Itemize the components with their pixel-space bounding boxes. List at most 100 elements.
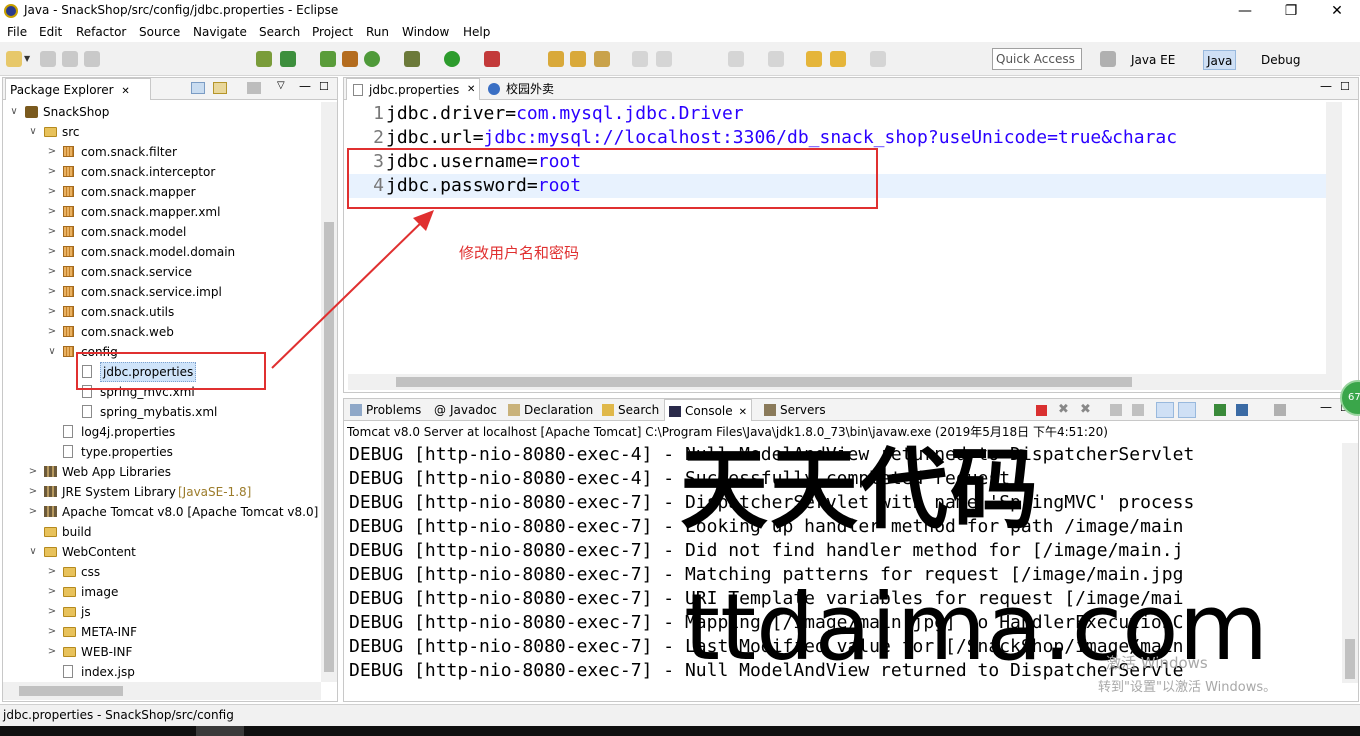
- collapse-all-icon[interactable]: [191, 82, 205, 94]
- run-icon[interactable]: [444, 51, 460, 67]
- refresh-icon[interactable]: [364, 51, 380, 67]
- check-icon[interactable]: [280, 51, 296, 67]
- show-on-output-icon[interactable]: [1178, 402, 1196, 418]
- tab-console[interactable]: Console ✕: [664, 399, 753, 421]
- forward-icon[interactable]: [870, 51, 886, 67]
- explorer-horizontal-scrollbar[interactable]: [3, 682, 321, 700]
- tree-item[interactable]: > js: [3, 602, 321, 622]
- tab-declaration[interactable]: Declaration: [504, 399, 597, 421]
- prev-annotation-icon[interactable]: [768, 51, 784, 67]
- print-icon[interactable]: [84, 51, 100, 67]
- perspective-debug[interactable]: Debug: [1258, 50, 1303, 70]
- tree-item[interactable]: > com.snack.interceptor: [3, 162, 321, 182]
- explorer-vertical-scrollbar[interactable]: [321, 102, 337, 682]
- menu-file[interactable]: File: [7, 25, 27, 39]
- close-button[interactable]: ✕: [1314, 0, 1360, 22]
- chevron-right-icon[interactable]: >: [28, 502, 38, 522]
- build-icon[interactable]: [342, 51, 358, 67]
- chevron-right-icon[interactable]: >: [47, 262, 57, 282]
- tab-search[interactable]: Search: [598, 399, 663, 421]
- taskbar-app-button[interactable]: [196, 726, 244, 736]
- tree-item[interactable]: type.properties: [3, 442, 321, 462]
- tree-item[interactable]: index.jsp: [3, 662, 321, 682]
- menu-window[interactable]: Window: [402, 25, 449, 39]
- chevron-right-icon[interactable]: >: [47, 302, 57, 322]
- menu-navigate[interactable]: Navigate: [193, 25, 247, 39]
- code-line[interactable]: 1 jdbc.driver=com.mysql.jdbc.Driver: [348, 102, 743, 126]
- menu-search[interactable]: Search: [259, 25, 300, 39]
- tree-item[interactable]: > image: [3, 582, 321, 602]
- chevron-down-icon[interactable]: ∨: [47, 342, 57, 362]
- new-icon[interactable]: [6, 51, 22, 67]
- console-vertical-scrollbar[interactable]: [1342, 443, 1358, 683]
- chevron-right-icon[interactable]: >: [47, 322, 57, 342]
- chevron-right-icon[interactable]: >: [47, 242, 57, 262]
- minimize-view-icon[interactable]: —: [299, 79, 311, 93]
- new-console-icon[interactable]: [1274, 404, 1286, 416]
- chevron-right-icon[interactable]: >: [47, 282, 57, 302]
- scroll-thumb[interactable]: [396, 377, 1132, 387]
- chevron-right-icon[interactable]: >: [47, 202, 57, 222]
- tree-item[interactable]: > WEB-INF: [3, 642, 321, 662]
- chevron-right-icon[interactable]: >: [47, 162, 57, 182]
- minimize-button[interactable]: —: [1222, 0, 1268, 22]
- quick-access-input[interactable]: Quick Access: [992, 48, 1082, 70]
- scroll-thumb[interactable]: [19, 686, 123, 696]
- tree-item[interactable]: build: [3, 522, 321, 542]
- deploy-icon[interactable]: [320, 51, 336, 67]
- pen-icon[interactable]: [594, 51, 610, 67]
- tab-servers[interactable]: Servers: [760, 399, 830, 421]
- chevron-down-icon[interactable]: ∨: [28, 542, 38, 562]
- maximize-view-icon[interactable]: ☐: [319, 80, 329, 93]
- last-edit-icon[interactable]: [806, 51, 822, 67]
- tree-item[interactable]: ∨ SnackShop: [3, 102, 321, 122]
- menu-help[interactable]: Help: [463, 25, 490, 39]
- next-annotation-icon[interactable]: [728, 51, 744, 67]
- paragraph-icon[interactable]: [656, 51, 672, 67]
- chevron-down-icon[interactable]: ▼: [24, 54, 30, 63]
- tree-item[interactable]: > com.snack.mapper: [3, 182, 321, 202]
- clear-console-icon[interactable]: [1132, 404, 1144, 416]
- tab-javadoc[interactable]: @ Javadoc: [430, 399, 501, 421]
- tree-item[interactable]: > com.snack.filter: [3, 142, 321, 162]
- scroll-lock-icon[interactable]: [1110, 404, 1122, 416]
- menu-run[interactable]: Run: [366, 25, 389, 39]
- tree-item[interactable]: ∨ src: [3, 122, 321, 142]
- link-editor-icon[interactable]: [213, 82, 227, 94]
- view-menu-icon[interactable]: [247, 82, 261, 94]
- tab-package-explorer[interactable]: Package Explorer ✕: [5, 78, 151, 100]
- server-icon[interactable]: [256, 51, 272, 67]
- tab-problems[interactable]: Problems: [346, 399, 425, 421]
- chevron-right-icon[interactable]: >: [28, 462, 38, 482]
- remove-launch-icon[interactable]: ✖: [1058, 402, 1069, 417]
- save-all-icon[interactable]: [62, 51, 78, 67]
- tree-item[interactable]: > css: [3, 562, 321, 582]
- open-console-icon[interactable]: [1214, 404, 1226, 416]
- perspective-java-ee[interactable]: Java EE: [1128, 50, 1178, 70]
- minimize-view-icon[interactable]: —: [1320, 400, 1332, 414]
- tree-item[interactable]: > JRE System Library [JavaSE-1.8]: [3, 482, 321, 502]
- menu-project[interactable]: Project: [312, 25, 353, 39]
- tab-campus-takeout[interactable]: 校园外卖: [484, 78, 574, 100]
- menu-edit[interactable]: Edit: [39, 25, 62, 39]
- save-icon[interactable]: [40, 51, 56, 67]
- open-perspective-icon[interactable]: [1100, 51, 1116, 67]
- chevron-right-icon[interactable]: >: [47, 222, 57, 242]
- tree-item[interactable]: log4j.properties: [3, 422, 321, 442]
- scroll-thumb[interactable]: [1345, 639, 1355, 679]
- chevron-down-icon[interactable]: ∨: [28, 122, 38, 142]
- external-tools-icon[interactable]: [484, 51, 500, 67]
- chevron-right-icon[interactable]: >: [47, 602, 57, 622]
- tree-item[interactable]: > META-INF: [3, 622, 321, 642]
- chevron-right-icon[interactable]: >: [47, 622, 57, 642]
- menu-source[interactable]: Source: [139, 25, 180, 39]
- menu-refactor[interactable]: Refactor: [76, 25, 126, 39]
- code-line[interactable]: 2 jdbc.url=jdbc:mysql://localhost:3306/db…: [348, 126, 1328, 150]
- editor-horizontal-scrollbar[interactable]: [348, 374, 1342, 390]
- maximize-view-icon[interactable]: ☐: [1340, 80, 1350, 93]
- tree-item[interactable]: ∨ WebContent: [3, 542, 321, 562]
- close-icon[interactable]: ✕: [121, 86, 129, 97]
- tree-item[interactable]: spring_mybatis.xml: [3, 402, 321, 422]
- chevron-down-icon[interactable]: ▽: [277, 80, 285, 91]
- open-type-icon[interactable]: [548, 51, 564, 67]
